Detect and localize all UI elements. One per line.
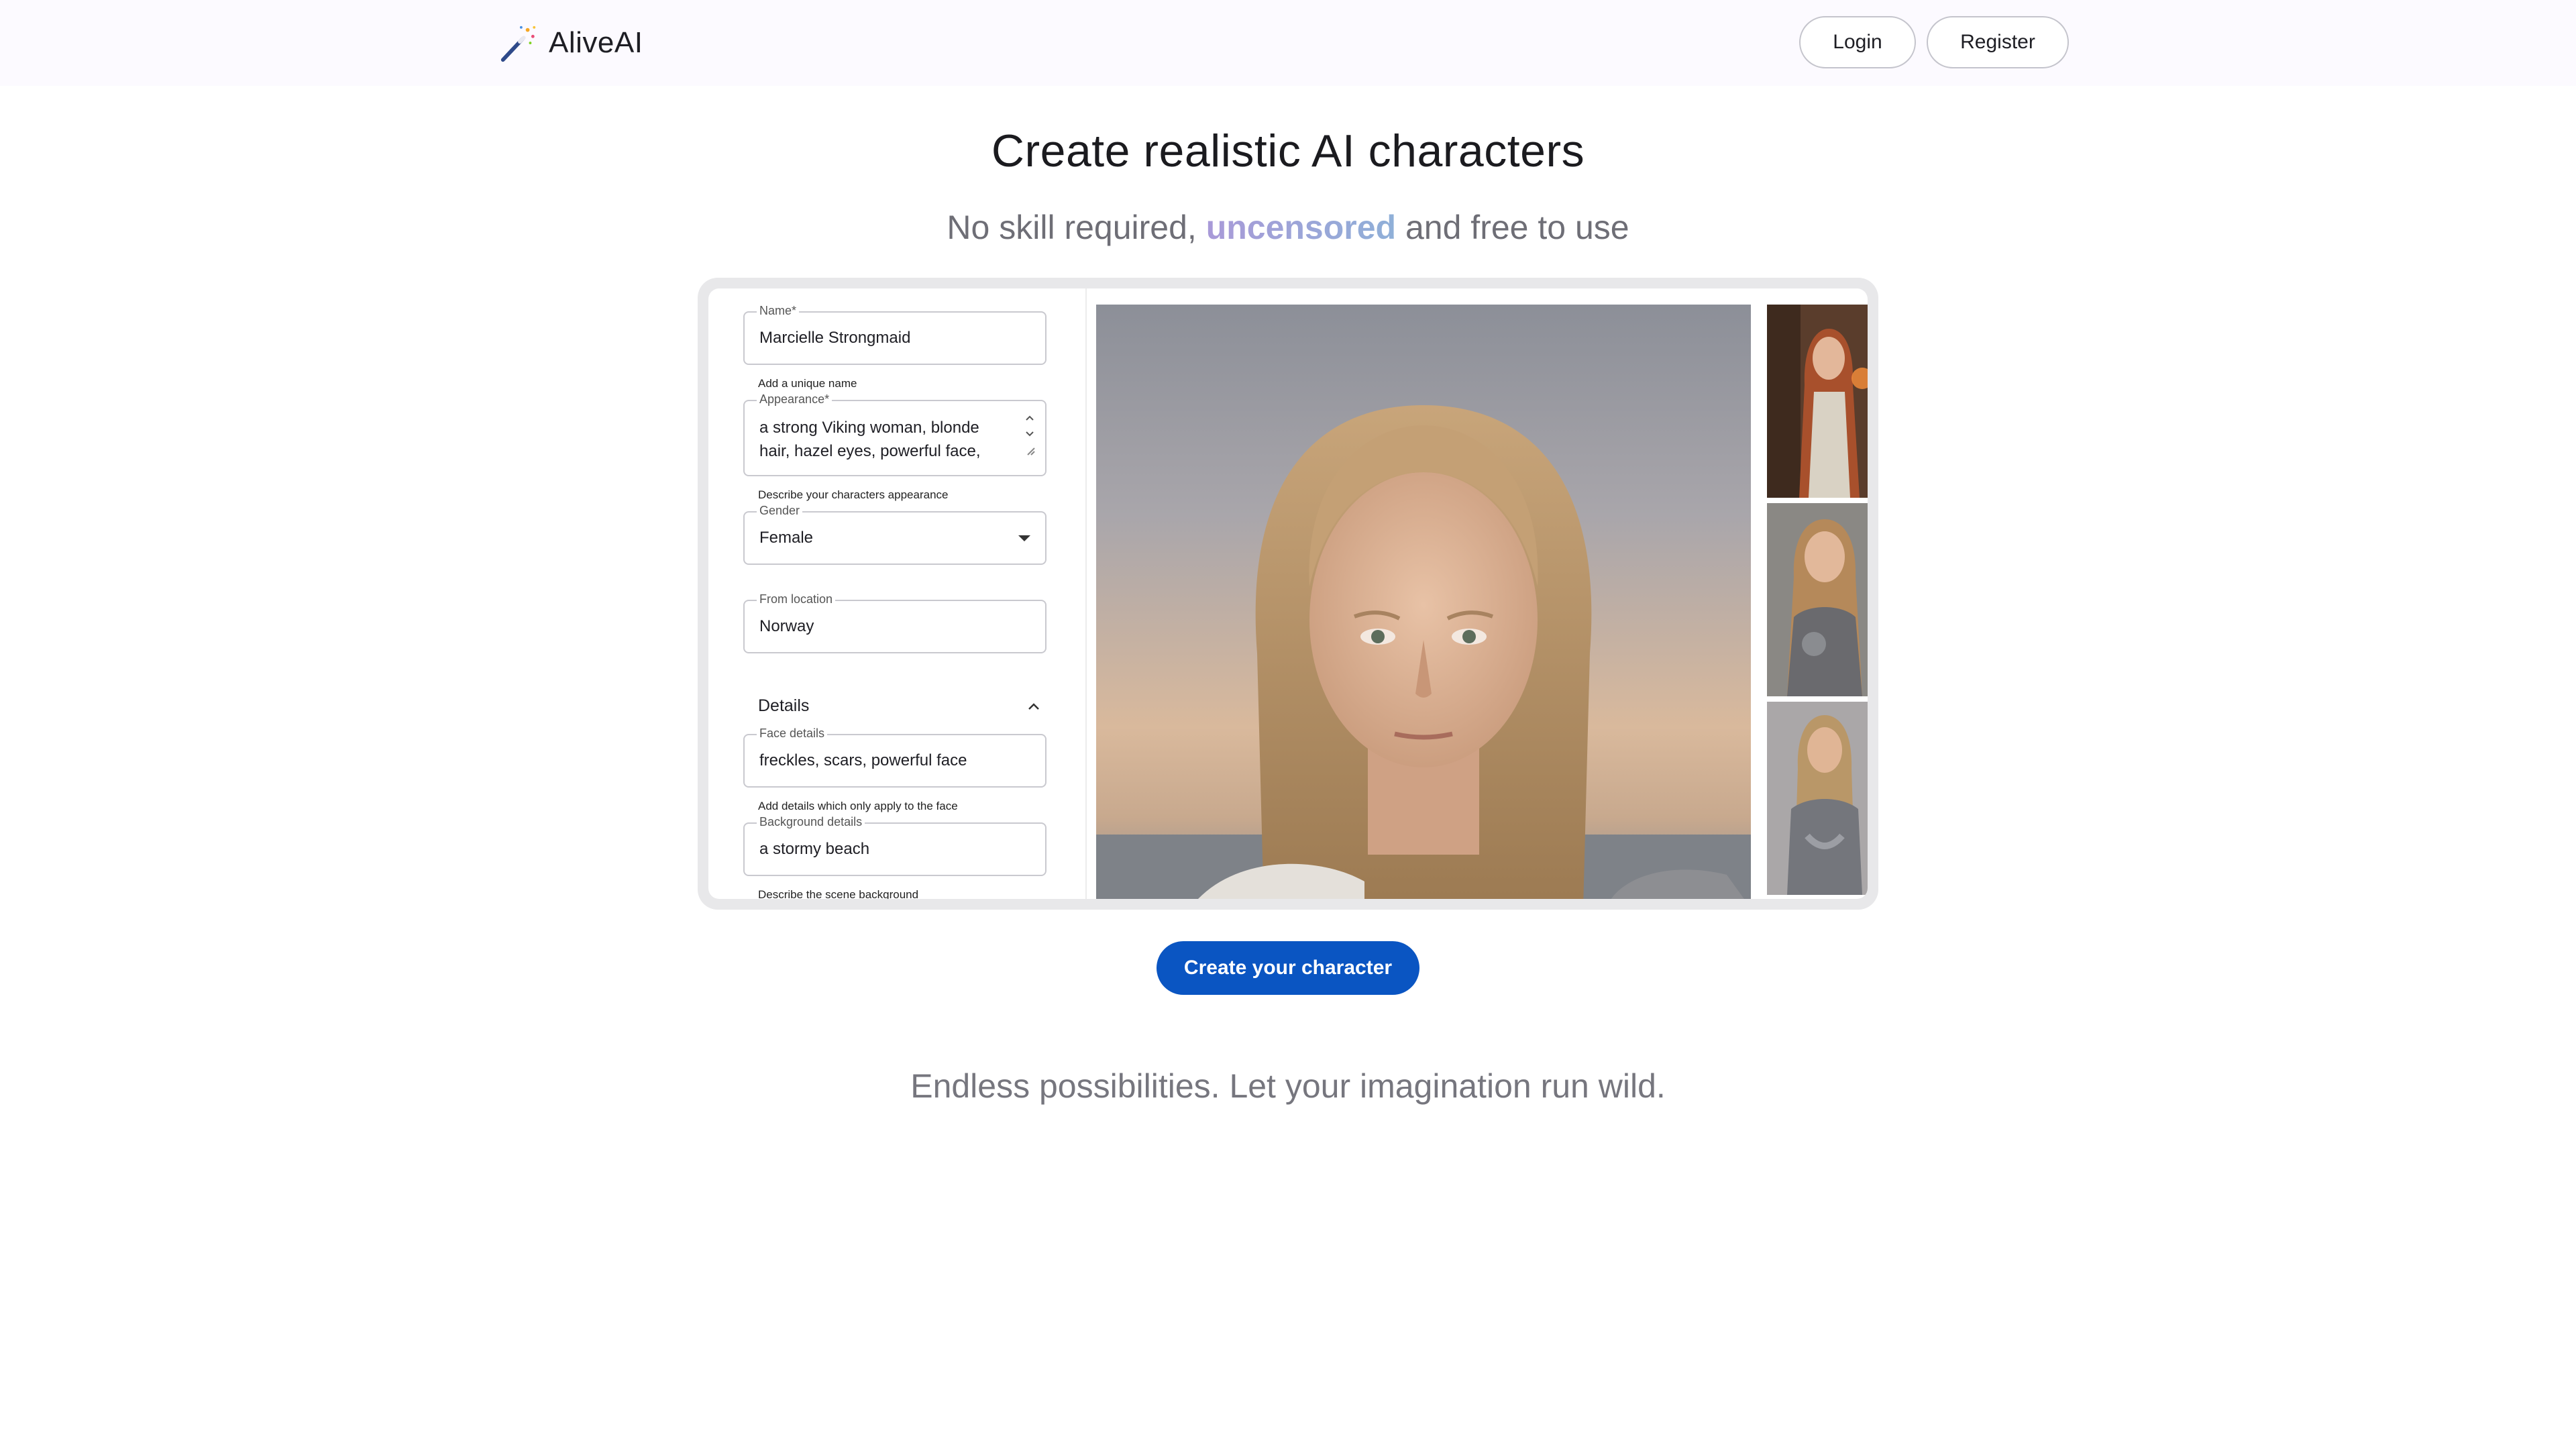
thumbnail-3-illustration: [1767, 702, 1868, 895]
thumbnail-1[interactable]: [1767, 305, 1868, 498]
demo-preview-frame: Name* Marcielle Strongmaid Add a unique …: [698, 278, 1878, 910]
subtitle-highlight: uncensored: [1205, 209, 1397, 246]
appearance-helper: Describe your characters appearance: [758, 488, 949, 501]
face-details-label: Face details: [757, 727, 828, 741]
brand-logo[interactable]: AliveAI: [498, 20, 643, 66]
character-thumbnails: [1767, 305, 1868, 899]
thumbnail-3[interactable]: [1767, 702, 1868, 895]
page-title: Create realistic AI characters: [991, 125, 1585, 176]
character-form: Name* Marcielle Strongmaid Add a unique …: [726, 288, 1087, 899]
details-label: Details: [758, 696, 810, 715]
face-details-value: freckles, scars, powerful face: [759, 751, 967, 769]
name-label: Name*: [757, 304, 800, 318]
face-details-helper: Add details which only apply to the face: [758, 800, 958, 812]
magic-wand-icon: [500, 25, 536, 62]
create-character-button[interactable]: Create your character: [1157, 941, 1419, 995]
login-button[interactable]: Login: [1799, 16, 1916, 68]
page-subtitle: No skill required, uncensored and free t…: [0, 208, 2576, 247]
face-details-field[interactable]: Face details freckles, scars, powerful f…: [743, 727, 1046, 788]
portrait-illustration: [1096, 305, 1751, 899]
top-header: AliveAI Login Register: [0, 0, 2576, 86]
subtitle-text-start: No skill required,: [947, 209, 1206, 246]
location-value: Norway: [759, 617, 814, 635]
chevron-up-icon: [1028, 703, 1039, 710]
appearance-value: a strong Viking woman, blonde hair, haze…: [759, 419, 981, 460]
subtitle-text-end: and free to use: [1396, 209, 1629, 246]
background-details-helper: Describe the scene background: [758, 888, 919, 899]
name-field[interactable]: Name* Marcielle Strongmaid: [743, 304, 1046, 365]
location-field[interactable]: From location Norway: [743, 592, 1046, 653]
appearance-field[interactable]: Appearance* a strong Viking woman, blond…: [743, 392, 1046, 476]
brand-name: AliveAI: [549, 26, 643, 59]
thumbnail-1-illustration: [1767, 305, 1868, 498]
gender-label: Gender: [757, 504, 803, 518]
register-button[interactable]: Register: [1927, 16, 2069, 68]
background-details-label: Background details: [757, 815, 865, 829]
appearance-label: Appearance*: [757, 392, 833, 407]
name-value: Marcielle Strongmaid: [759, 329, 911, 347]
tagline: Endless possibilities. Let your imaginat…: [910, 1067, 1666, 1105]
name-helper: Add a unique name: [758, 377, 857, 390]
background-details-value: a stormy beach: [759, 840, 870, 858]
main-character-image: [1096, 305, 1751, 899]
details-accordion-header[interactable]: Details: [758, 694, 1042, 720]
background-details-field[interactable]: Background details a stormy beach: [743, 815, 1046, 876]
demo-preview-content: Name* Marcielle Strongmaid Add a unique …: [708, 288, 1868, 899]
gender-select[interactable]: Gender Female: [743, 504, 1046, 565]
thumbnail-2[interactable]: [1767, 503, 1868, 696]
gender-value: Female: [759, 529, 814, 547]
dropdown-arrow-icon: [1018, 535, 1030, 541]
textarea-scroll-icon[interactable]: [1024, 413, 1036, 460]
location-label: From location: [757, 592, 836, 606]
thumbnail-2-illustration: [1767, 503, 1868, 696]
